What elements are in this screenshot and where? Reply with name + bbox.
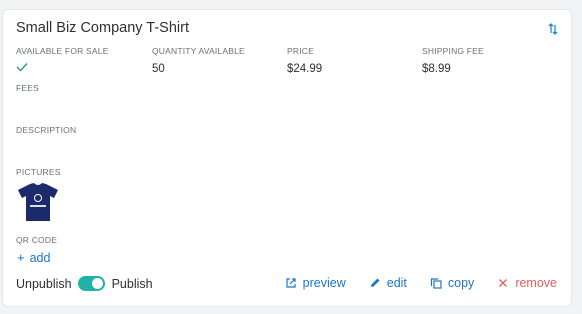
check-icon xyxy=(16,63,28,72)
quantity-available-value: 50 xyxy=(152,63,165,75)
copy-button[interactable]: copy xyxy=(430,276,474,290)
copy-label: copy xyxy=(447,276,475,290)
product-title: Small Biz Company T-Shirt xyxy=(16,20,189,36)
product-card: Small Biz Company T-Shirt AVAILABLE FOR … xyxy=(2,9,572,307)
toggle-knob xyxy=(91,278,103,289)
shipping-fee-value: $8.99 xyxy=(422,63,451,75)
price-value: $24.99 xyxy=(287,63,323,75)
sort-arrows-icon[interactable] xyxy=(548,23,558,35)
add-qr-code-link[interactable]: + add xyxy=(17,250,50,265)
product-actions: preview edit copy remove xyxy=(262,276,557,290)
preview-label: preview xyxy=(302,276,346,290)
pictures-label: PICTURES xyxy=(16,167,61,177)
copy-icon xyxy=(430,278,442,289)
remove-label: remove xyxy=(515,276,557,290)
publish-label: Publish xyxy=(111,276,153,291)
quantity-available-label: QUANTITY AVAILABLE xyxy=(152,46,245,56)
add-qr-code-label: add xyxy=(29,251,51,265)
close-icon xyxy=(499,279,508,287)
unpublish-label: Unpublish xyxy=(16,276,72,291)
available-for-sale-label: AVAILABLE FOR SALE xyxy=(16,46,109,56)
plus-icon: + xyxy=(17,250,25,265)
edit-label: edit xyxy=(386,276,407,290)
pencil-icon xyxy=(370,278,380,287)
external-link-icon xyxy=(286,278,296,288)
shipping-fee-label: SHIPPING FEE xyxy=(422,46,484,56)
publish-toggle[interactable] xyxy=(77,276,105,291)
qr-code-label: QR CODE xyxy=(16,235,58,245)
edit-button[interactable]: edit xyxy=(369,276,407,290)
tshirt-thumbnail[interactable] xyxy=(17,182,59,222)
price-label: PRICE xyxy=(287,46,314,56)
publish-toggle-group: Unpublish Publish xyxy=(16,276,153,291)
preview-button[interactable]: preview xyxy=(285,276,346,290)
remove-button[interactable]: remove xyxy=(497,276,557,290)
description-label: DESCRIPTION xyxy=(16,125,77,135)
fees-label: FEES xyxy=(16,83,40,93)
